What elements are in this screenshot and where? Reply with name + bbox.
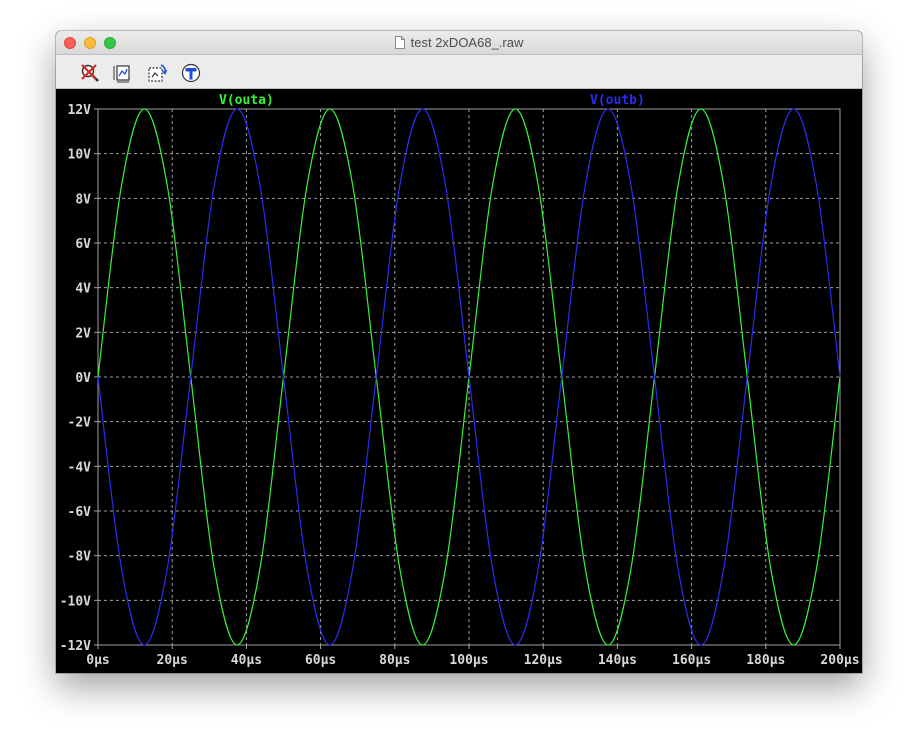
x-tick-label: 180µs — [746, 653, 785, 668]
y-tick-label: 2V — [75, 326, 91, 341]
y-tick-label: 4V — [75, 282, 91, 297]
y-tick-label: 0V — [75, 371, 91, 386]
waveform-window: test 2xDOA68_.raw 0µs 20µs 40µs 60µs 80µ… — [56, 31, 862, 673]
axes — [94, 108, 841, 649]
toolbar — [56, 55, 862, 89]
trace-label[interactable]: V(outa) — [219, 93, 274, 108]
document-icon — [394, 36, 405, 49]
x-tick-label: 200µs — [820, 653, 859, 668]
plot-area[interactable]: 0µs 20µs 40µs 60µs 80µs 100µs 120µs 140µs 160µs 1… — [56, 89, 862, 673]
x-tick-label: 40µs — [231, 653, 262, 668]
x-tick-label: 80µs — [379, 653, 410, 668]
y-tick-label: -10V — [60, 594, 91, 609]
zoom-cancel-button[interactable] — [80, 63, 100, 83]
pan-icon — [181, 63, 201, 83]
window-title: test 2xDOA68_.raw — [410, 35, 524, 50]
x-tick-label: 140µs — [598, 653, 637, 668]
undo-zoom-icon — [148, 64, 167, 82]
x-tick-label: 100µs — [449, 653, 488, 668]
x-tick-label: 20µs — [157, 653, 188, 668]
y-tick-label: -2V — [68, 416, 92, 431]
pan-button[interactable] — [181, 63, 201, 83]
trace-labels[interactable]: V(outa) V(outb) — [219, 93, 645, 108]
waveform-chart[interactable]: 0µs 20µs 40µs 60µs 80µs 100µs 120µs 140µs 160µs 1… — [56, 89, 862, 673]
y-tick-label: -4V — [68, 460, 92, 475]
y-tick-label: 10V — [68, 148, 92, 163]
y-tick-label: 8V — [75, 192, 91, 207]
y-tick-label: 12V — [68, 103, 92, 118]
x-tick-label: 60µs — [305, 653, 336, 668]
y-tick-label: -8V — [68, 550, 92, 565]
autorange-button[interactable] — [113, 63, 133, 83]
autorange-icon — [113, 65, 130, 83]
trace-label[interactable]: V(outb) — [590, 93, 645, 108]
x-tick-label: 0µs — [86, 653, 109, 668]
x-tick-label: 120µs — [524, 653, 563, 668]
undo-zoom-button[interactable] — [147, 63, 167, 83]
zoom-cancel-icon — [81, 64, 99, 82]
y-tick-label: 6V — [75, 237, 91, 252]
y-tick-label: -12V — [60, 639, 91, 654]
title-bar[interactable]: test 2xDOA68_.raw — [56, 31, 862, 55]
window-title-area: test 2xDOA68_.raw — [56, 31, 862, 54]
y-tick-label: -6V — [68, 505, 92, 520]
tick-labels: 0µs 20µs 40µs 60µs 80µs 100µs 120µs 140µs 160µs 1… — [60, 103, 860, 668]
x-tick-label: 160µs — [672, 653, 711, 668]
